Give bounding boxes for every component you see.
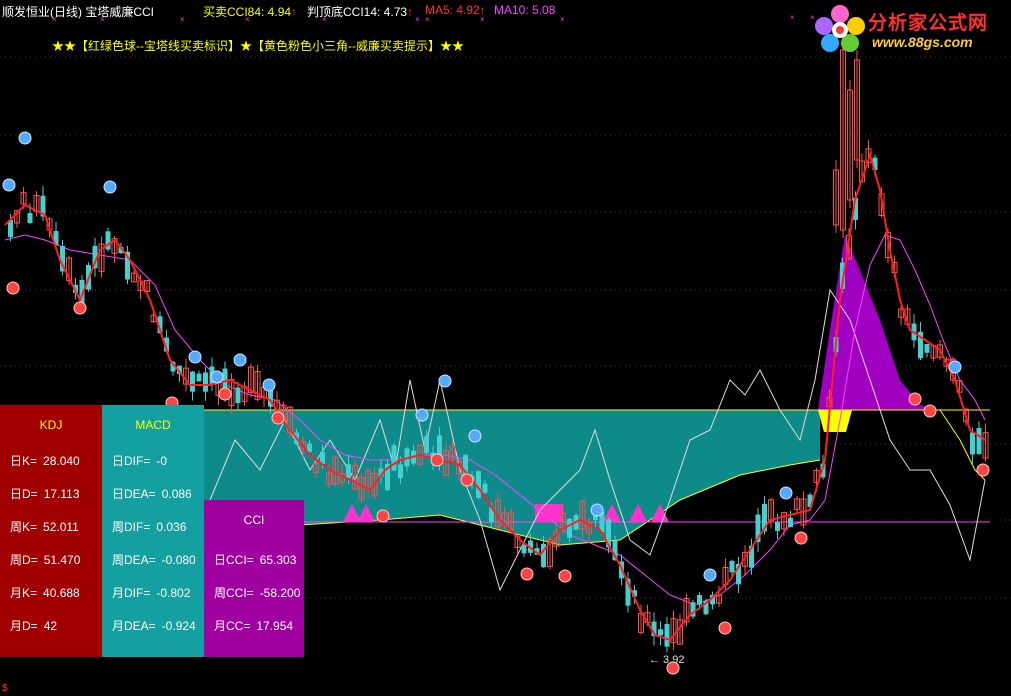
candle-body-down xyxy=(346,464,351,478)
indicator-ma5: MA5: 4.92↑ xyxy=(425,3,486,17)
buy-ball xyxy=(262,378,276,392)
candle-body-down xyxy=(196,373,202,382)
kdj-title: KDJ xyxy=(39,418,63,432)
indicator-ma10: MA10: 5.08 xyxy=(494,3,556,17)
kdj-row: 周K= 52.011 xyxy=(10,520,79,534)
footer-symbol: $ xyxy=(2,683,8,694)
cci-title: CCI xyxy=(243,513,265,527)
buy-ball xyxy=(468,429,482,443)
candle-body-down xyxy=(424,436,429,454)
kdj-panel: KDJ 日K= 28.040 日D= 17.113 周K= 52.011 周D= 51.… xyxy=(0,405,102,657)
cci-row: 月CC= 17.954 xyxy=(214,619,294,633)
indicator-cci14: 判顶底CCI14: 4.73↑ xyxy=(307,5,414,19)
candle-body-down xyxy=(521,545,527,554)
cci-row: 周CCI= -58.200 xyxy=(214,586,301,600)
legend-banner: ★★【红绿色球--宝塔线买卖标识】★【黄色粉色小三角--威廉买卖提示】★★ xyxy=(52,39,464,53)
buy-ball xyxy=(2,178,16,192)
sell-ball xyxy=(460,473,474,487)
candle-body-down xyxy=(970,432,975,455)
sell-ball xyxy=(520,567,534,581)
sell-ball xyxy=(558,569,572,583)
cci-panel: CCI 日CCI= 65.303 周CCI= -58.200 月CC= 17.954 xyxy=(204,500,304,657)
logo-text: 分析家公式网 xyxy=(868,12,989,34)
macd-row: 日DEA= 0.086 xyxy=(112,487,192,501)
macd-title: MACD xyxy=(135,418,171,432)
sell-ball xyxy=(976,463,990,477)
sell-ball xyxy=(794,531,808,545)
candle-body-down xyxy=(203,372,208,392)
site-logo: 分析家公式网 www.88gs.com xyxy=(812,4,1008,52)
macd-row: 周DEA= -0.080 xyxy=(112,553,196,567)
candle-body-down xyxy=(697,595,702,605)
sell-ball xyxy=(430,453,444,467)
candle-body-down xyxy=(391,445,397,471)
candle-body-down xyxy=(482,483,488,493)
candle-body-down xyxy=(775,521,780,531)
macd-row: 日DIF= -0 xyxy=(112,454,168,468)
kdj-row: 月K= 40.688 xyxy=(10,586,80,600)
buy-ball xyxy=(590,503,604,517)
sell-ball xyxy=(73,301,87,315)
buy-signal-block xyxy=(818,410,852,432)
cci-top-area xyxy=(818,235,940,410)
logo-url: www.88gs.com xyxy=(872,34,973,50)
macd-row: 周DIF= 0.036 xyxy=(112,520,187,534)
x-marker: × xyxy=(790,13,795,22)
sell-ball xyxy=(218,387,232,401)
candle-body-down xyxy=(976,427,982,455)
candle-body-down xyxy=(924,343,930,353)
candle-body-down xyxy=(190,371,195,392)
x-marker: × xyxy=(180,15,185,24)
indicator-cci84: 买卖CCI84: 4.94↑ xyxy=(203,5,298,19)
x-marker: × xyxy=(560,15,565,24)
candle-body-down xyxy=(664,623,670,647)
kdj-row: 日K= 28.040 xyxy=(10,454,80,468)
buy-ball xyxy=(438,374,452,388)
sell-ball xyxy=(923,404,937,418)
buy-ball xyxy=(233,353,247,367)
cci-row: 日CCI= 65.303 xyxy=(214,553,297,567)
buy-ball xyxy=(948,360,962,374)
candle-body-down xyxy=(567,518,572,538)
kdj-row: 周D= 51.470 xyxy=(10,553,81,567)
buy-ball xyxy=(779,486,793,500)
kdj-row: 日D= 17.113 xyxy=(10,487,80,501)
buy-ball xyxy=(415,408,429,422)
x-marker: × xyxy=(415,15,420,24)
chart-window: × × × × × × × × × × × 顺发恒业(日线) 宝塔威廉CCI 买卖CCI84: 4.… xyxy=(0,0,1011,696)
buy-ball xyxy=(188,350,202,364)
chart-title: 顺发恒业(日线) 宝塔威廉CCI xyxy=(2,5,154,19)
macd-row: 月DEA= -0.924 xyxy=(112,619,196,633)
flower-logo-icon xyxy=(815,5,865,52)
sell-ball xyxy=(376,509,390,523)
kdj-row: 月D= 42 xyxy=(10,619,58,633)
buy-ball xyxy=(103,180,117,194)
sell-ball xyxy=(271,411,285,425)
macd-row: 月DIF= -0.802 xyxy=(112,586,191,600)
candle-body-down xyxy=(27,213,33,223)
buy-ball xyxy=(210,370,224,384)
macd-panel: MACD 日DIF= -0 日DEA= 0.086 周DIF= 0.036 周DEA=… xyxy=(102,405,204,657)
sell-ball xyxy=(6,281,20,295)
sell-ball xyxy=(718,621,732,635)
candle-body-down xyxy=(235,387,241,404)
sell-ball xyxy=(908,392,922,406)
sell-signal-block xyxy=(535,504,563,522)
buy-ball xyxy=(18,131,32,145)
candle-body-down xyxy=(788,517,793,528)
candle-body-down xyxy=(398,464,403,479)
candle-body-down xyxy=(658,629,663,636)
low-price-label: ← 3.92 xyxy=(649,654,685,666)
buy-ball xyxy=(703,568,717,582)
candle-body-down xyxy=(729,560,735,573)
